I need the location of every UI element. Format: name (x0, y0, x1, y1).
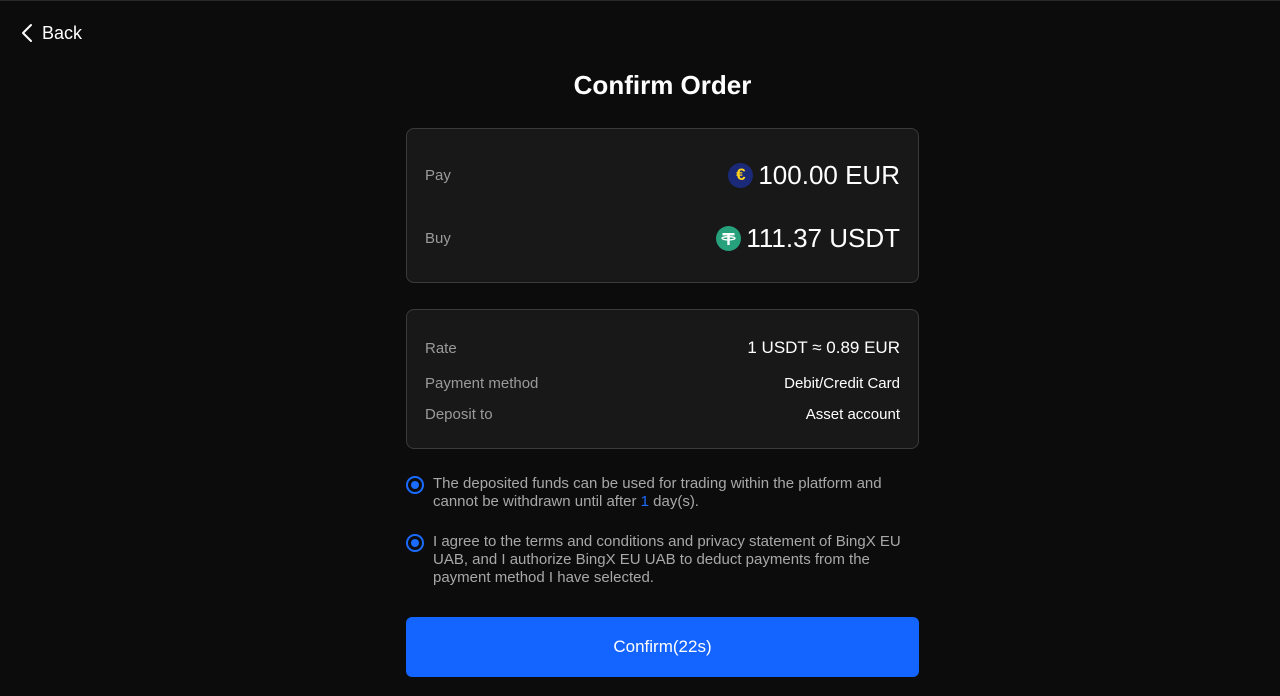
terms-agreement: I agree to the terms and conditions and … (406, 533, 919, 587)
deposit-to-label: Deposit to (425, 405, 493, 423)
deposit-to-value: Asset account (805, 405, 900, 423)
payment-method-value: Debit/Credit Card (784, 374, 900, 392)
buy-amount-value: 111.37 USDT (746, 222, 900, 253)
deposit-to-row: Deposit to Asset account (425, 403, 900, 425)
order-details-card: Rate 1 USDT ≈ 0.89 EUR Payment method De… (406, 309, 919, 449)
top-divider (0, 0, 1280, 1)
back-label: Back (42, 22, 83, 43)
rate-label: Rate (425, 339, 457, 357)
pay-amount: € 100.00 EUR (728, 160, 900, 191)
withdrawal-notice-checkbox[interactable] (406, 476, 424, 494)
pay-label: Pay (425, 166, 451, 184)
rate-row: Rate 1 USDT ≈ 0.89 EUR (425, 337, 900, 359)
order-amounts-card: Pay € 100.00 EUR Buy 111.37 USDT (406, 128, 919, 283)
payment-method-label: Payment method (425, 374, 539, 392)
euro-coin-icon: € (728, 162, 754, 188)
page-title: Confirm Order (573, 70, 752, 100)
withdrawal-notice-agreement: The deposited funds can be used for trad… (406, 475, 919, 511)
chevron-left-icon (22, 24, 32, 42)
withdrawal-notice-text: The deposited funds can be used for trad… (433, 475, 919, 511)
terms-text: I agree to the terms and conditions and … (433, 533, 901, 586)
confirm-button[interactable]: Confirm(22s) (406, 617, 919, 677)
tether-coin-icon (716, 225, 742, 251)
withdrawal-notice-post: day(s). (648, 493, 699, 510)
withdrawal-days: 1 (640, 493, 649, 510)
checked-dot-icon (411, 481, 419, 489)
payment-method-row: Payment method Debit/Credit Card (425, 372, 900, 394)
terms-checkbox[interactable] (406, 534, 424, 552)
buy-amount: 111.37 USDT (716, 223, 900, 254)
buy-label: Buy (425, 229, 451, 247)
buy-row: Buy 111.37 USDT (425, 223, 900, 253)
pay-row: Pay € 100.00 EUR (425, 160, 900, 190)
rate-value: 1 USDT ≈ 0.89 EUR (747, 338, 900, 357)
back-button[interactable]: Back (20, 20, 82, 46)
pay-amount-value: 100.00 EUR (758, 159, 900, 190)
checked-dot-icon (411, 539, 419, 547)
